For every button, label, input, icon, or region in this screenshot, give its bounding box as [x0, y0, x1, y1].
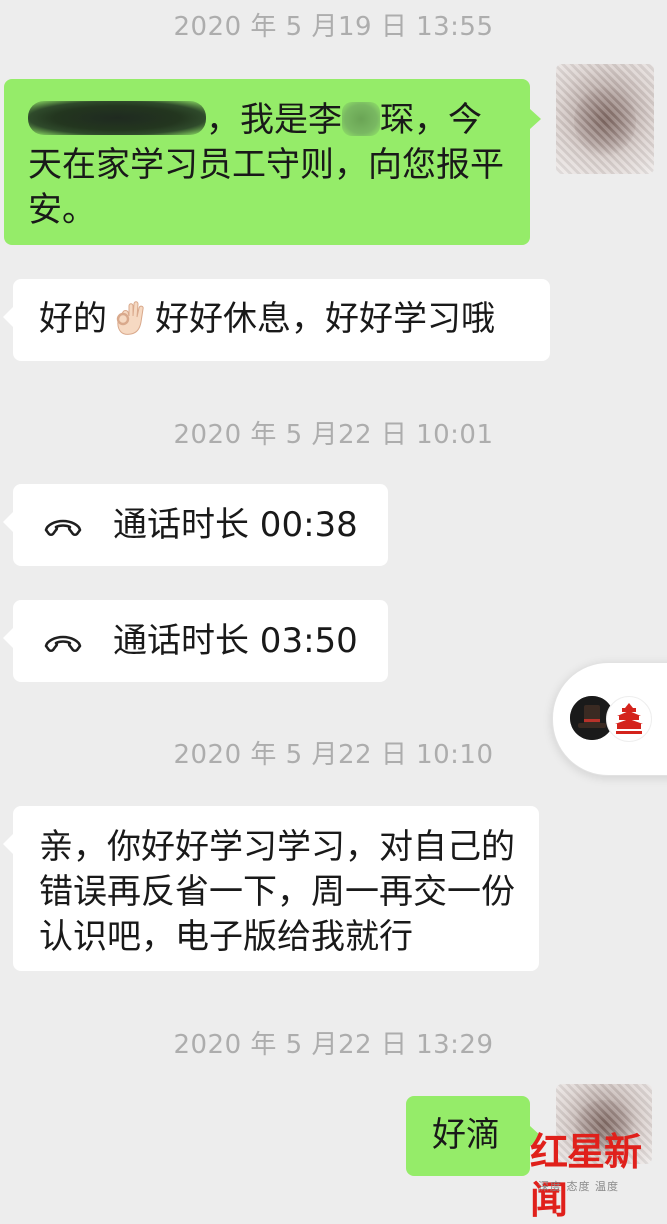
call-duration-text: 通话时长 03:50 — [113, 621, 358, 661]
message-bubble-incoming[interactable]: 亲，你好好学习学习，对自己的错误再反省一下，周一再交一份认识吧，电子版给我就行 — [3, 806, 539, 971]
avatar-blur-texture — [556, 64, 654, 174]
message-text: 好的 — [39, 299, 107, 339]
redacted-name — [28, 101, 206, 135]
avatar-self[interactable] — [556, 64, 654, 174]
message-text: 好滴 — [432, 1115, 500, 1155]
call-duration-text: 通话时长 00:38 — [113, 505, 358, 545]
timestamp: 2020 年 5 月22 日 10:01 — [173, 420, 494, 450]
timestamp: 2020 年 5 月22 日 13:29 — [173, 1030, 494, 1060]
message-text: 亲，你好好学习学习，对自己的错误再反省一下，周一再交一份认识吧，电子版给我就行 — [39, 827, 515, 957]
redacted-character — [342, 102, 380, 136]
message-text: ，我是李 — [206, 100, 342, 140]
message-text: 好好休息，好好学习哦 — [155, 299, 495, 339]
ok-hand-emoji-icon — [116, 301, 144, 335]
message-bubble-incoming[interactable]: 好的 好好休息，好好学习哦 — [3, 279, 550, 361]
call-record-bubble[interactable]: 通话时长 03:50 — [3, 600, 388, 682]
watermark-logo-text: 红星新闻 — [530, 1129, 642, 1222]
news-watermark: 红星新闻 深度 态度 温度 — [526, 1128, 666, 1222]
watermark-slogan: 深度 态度 温度 — [538, 1180, 619, 1193]
call-record-bubble[interactable]: 通话时长 00:38 — [3, 484, 388, 566]
message-bubble-outgoing[interactable]: 好滴 — [406, 1096, 541, 1176]
phone-hangup-icon — [44, 519, 82, 536]
timestamp: 2020 年 5 月19 日 13:55 — [173, 12, 494, 42]
timestamp: 2020 年 5 月22 日 10:10 — [173, 740, 494, 770]
phone-hangup-icon — [44, 635, 82, 652]
message-bubble-outgoing[interactable]: ，我是李 琛，今天在家学习员工守则，向您报平安。 — [4, 79, 541, 245]
